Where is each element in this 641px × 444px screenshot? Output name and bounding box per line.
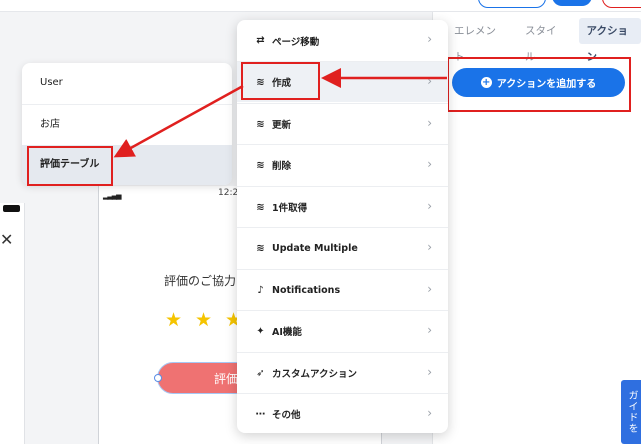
tab-style[interactable]: スタイル (517, 18, 571, 63)
chevron-right-icon: › (427, 323, 432, 337)
panel-tabs: エレメント スタイル アクション (446, 18, 641, 63)
menu-item-label: AI機能 (272, 327, 302, 338)
close-icon[interactable]: ✕ (0, 230, 13, 249)
selection-handle[interactable] (154, 374, 162, 382)
chevron-right-icon: › (427, 74, 432, 88)
annotation-box-rating-table (27, 146, 113, 186)
rocket-icon: ➶ (256, 367, 265, 379)
magic-wand-icon: ✦ (256, 325, 265, 337)
menu-item-other[interactable]: ⋯ その他 › (237, 393, 448, 434)
table-item-user[interactable]: User (22, 63, 232, 103)
annotation-box-add-action (447, 57, 631, 112)
more-icon: ⋯ (255, 408, 266, 420)
chevron-right-icon: › (427, 282, 432, 296)
menu-item-update-multiple[interactable]: ≋ Update Multiple › (237, 227, 448, 268)
tab-action[interactable]: アクション (578, 18, 641, 63)
menu-item-update[interactable]: ≋ 更新 › (237, 103, 448, 144)
tab-element[interactable]: エレメント (446, 18, 509, 63)
top-danger-button[interactable] (602, 0, 641, 8)
chevron-right-icon: › (427, 32, 432, 46)
star-icon[interactable]: ★ (195, 309, 212, 331)
menu-item-notifications[interactable]: ♪ Notifications › (237, 269, 448, 310)
menu-item-label: その他 (272, 410, 301, 421)
menu-item-get-one[interactable]: ≋ 1件取得 › (237, 186, 448, 227)
shuffle-icon: ⇄ (256, 35, 265, 46)
top-outline-button[interactable] (478, 0, 546, 8)
chevron-right-icon: › (427, 365, 432, 379)
chevron-right-icon: › (427, 116, 432, 130)
menu-item-label: Update Multiple (272, 242, 358, 254)
menu-item-ai[interactable]: ✦ AI機能 › (237, 310, 448, 351)
database-icon: ≋ (256, 159, 265, 171)
chevron-right-icon: › (427, 240, 432, 254)
menu-item-label: カスタムアクション (272, 369, 358, 380)
menu-item-page-navigate[interactable]: ⇄ ページ移動 › (237, 20, 448, 61)
battery-icon (3, 205, 20, 212)
menu-item-label: 1件取得 (272, 203, 308, 214)
database-icon: ≋ (256, 242, 265, 254)
database-icon: ≋ (256, 118, 265, 130)
guide-tab[interactable]: ガイドを (621, 380, 641, 444)
bell-icon: ♪ (257, 284, 264, 296)
chevron-right-icon: › (427, 406, 432, 420)
annotation-box-create (241, 62, 320, 100)
menu-item-label: 削除 (272, 161, 292, 172)
menu-item-delete[interactable]: ≋ 削除 › (237, 144, 448, 185)
signal-icon: ▂▃▄▅ (103, 192, 122, 200)
table-item-shop[interactable]: お店 (22, 104, 232, 144)
menu-item-label: Notifications (272, 284, 341, 296)
chevron-right-icon: › (427, 199, 432, 213)
menu-item-label: ページ移動 (272, 36, 320, 48)
menu-item-custom-action[interactable]: ➶ カスタムアクション › (237, 352, 448, 393)
database-icon: ≋ (256, 201, 265, 213)
star-icon[interactable]: ★ (165, 309, 182, 331)
rating-prompt: 評価のご協力を (164, 274, 249, 288)
chevron-right-icon: › (427, 157, 432, 171)
menu-item-label: 更新 (272, 120, 292, 131)
top-primary-button[interactable] (552, 0, 592, 6)
